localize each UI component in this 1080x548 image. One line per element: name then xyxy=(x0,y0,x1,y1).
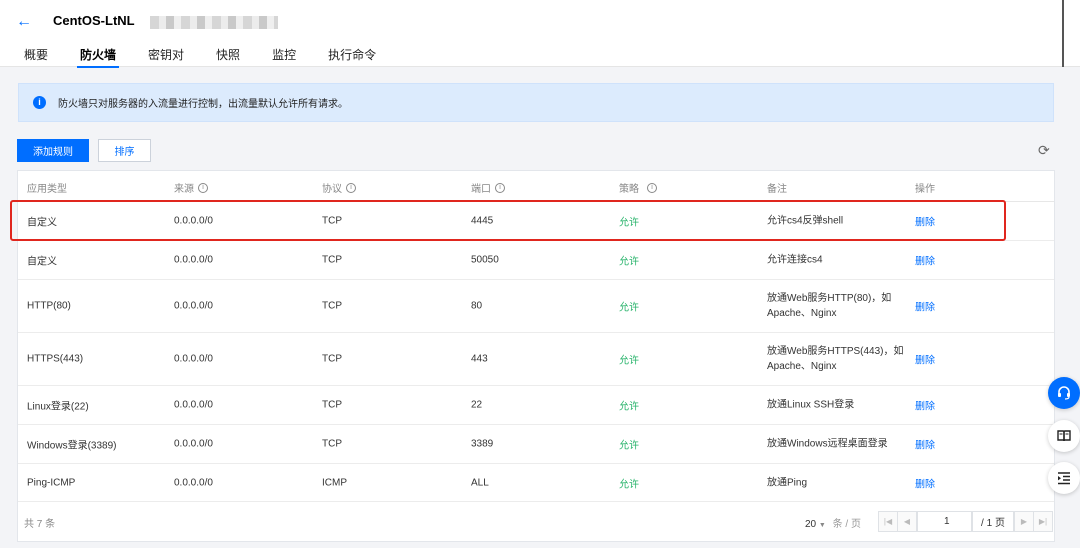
cell-protocol: TCP xyxy=(322,438,342,450)
next-page-icon[interactable]: ▶ xyxy=(1014,511,1034,532)
table-row: Windows登录(3389) 0.0.0.0/0 TCP 3389 允许 放通… xyxy=(18,425,1054,464)
help-icon[interactable]: i xyxy=(198,182,208,193)
cell-source: 0.0.0.0/0 xyxy=(174,438,213,450)
cell-protocol: TCP xyxy=(322,353,342,365)
help-icon[interactable]: i xyxy=(647,182,657,193)
caret-down-icon: ▼ xyxy=(818,522,826,529)
column-header-action: 操作 xyxy=(915,184,935,195)
cell-port: 22 xyxy=(471,399,483,411)
cell-policy: 允许 xyxy=(619,479,639,490)
table-row: HTTP(80) 0.0.0.0/0 TCP 80 允许 放通Web服务HTTP… xyxy=(18,280,1054,333)
column-header-type: 应用类型 xyxy=(27,184,67,195)
cell-policy: 允许 xyxy=(619,256,639,268)
cell-protocol: TCP xyxy=(322,300,342,312)
tab-firewall[interactable]: 防火墙 xyxy=(77,44,120,68)
notice-text: 防火墙只对服务器的入流量进行控制，出流量默认允许所有请求。 xyxy=(58,99,348,110)
cell-source: 0.0.0.0/0 xyxy=(174,353,213,365)
help-icon[interactable]: i xyxy=(346,182,356,193)
page-title: CentOS-LtNL xyxy=(53,13,135,28)
column-header-protocol: 协议 i xyxy=(322,180,356,195)
top-bar: ← CentOS-LtNL 概要 防火墙 密钥对 快照 监控 执行命令 xyxy=(0,0,1080,68)
column-header-source: 来源 i xyxy=(174,180,208,195)
delete-link[interactable]: 删除 xyxy=(915,253,935,268)
cell-port: 443 xyxy=(471,353,488,365)
table-row: Ping-ICMP 0.0.0.0/0 ICMP ALL 允许 放通Ping 删… xyxy=(18,464,1054,502)
cell-protocol: TCP xyxy=(322,399,342,411)
cell-note: 放通Linux SSH登录 xyxy=(767,399,855,411)
total-count: 共 7 条 xyxy=(24,519,56,530)
highlight-annotation xyxy=(10,200,1006,241)
page-number-input[interactable] xyxy=(917,511,972,532)
delete-link[interactable]: 删除 xyxy=(915,352,935,367)
cell-type: Ping-ICMP xyxy=(27,477,76,488)
tab-overview[interactable]: 概要 xyxy=(24,44,48,68)
redacted-instance-id xyxy=(150,16,278,29)
cell-policy: 允许 xyxy=(619,355,639,367)
cell-policy: 允许 xyxy=(619,401,639,413)
tab-keypair[interactable]: 密钥对 xyxy=(148,44,184,68)
page-size-select[interactable]: 20 ▼ 条 / 页 xyxy=(805,515,861,530)
divider xyxy=(1062,0,1064,67)
headset-icon[interactable] xyxy=(1048,377,1080,409)
delete-link[interactable]: 删除 xyxy=(915,398,935,413)
cell-note: 放通Windows远程桌面登录 xyxy=(767,438,888,450)
page-size-unit: 条 / 页 xyxy=(832,519,861,530)
table-header: 应用类型 来源 i 协议 i 端口 i 策略 i 备注 操作 xyxy=(18,171,1054,202)
help-icon[interactable]: i xyxy=(495,182,505,193)
cell-port: 3389 xyxy=(471,438,494,450)
info-notice: i 防火墙只对服务器的入流量进行控制，出流量默认允许所有请求。 xyxy=(18,83,1054,122)
cell-type: HTTPS(443) xyxy=(27,353,84,365)
table-row: 自定义 0.0.0.0/0 TCP 50050 允许 允许连接cs4 删除 xyxy=(18,241,1054,280)
cell-note: 放通Web服务HTTP(80)，如Apache、Nginx xyxy=(767,293,892,319)
delete-link[interactable]: 删除 xyxy=(915,437,935,452)
cell-port: ALL xyxy=(471,477,489,488)
cell-type: 自定义 xyxy=(27,256,57,268)
cell-note: 允许连接cs4 xyxy=(767,254,823,266)
refresh-icon[interactable]: ⟳ xyxy=(1038,142,1052,158)
column-header-port: 端口 i xyxy=(471,180,505,195)
cell-type: HTTP(80) xyxy=(27,300,71,312)
cell-policy: 允许 xyxy=(619,302,639,314)
cell-source: 0.0.0.0/0 xyxy=(174,300,213,312)
cell-protocol: TCP xyxy=(322,254,342,266)
arrow-left-icon[interactable]: ← xyxy=(16,12,32,32)
cell-port: 50050 xyxy=(471,254,499,266)
outline-list-icon[interactable] xyxy=(1048,462,1080,494)
cell-note: 放通Ping xyxy=(767,477,808,488)
pagination: 共 7 条 20 ▼ 条 / 页 |◀ ◀ / 1 页 ▶ ▶| xyxy=(18,502,1054,542)
last-page-icon[interactable]: ▶| xyxy=(1033,511,1053,532)
cell-protocol: ICMP xyxy=(322,477,347,488)
cell-source: 0.0.0.0/0 xyxy=(174,399,213,411)
table-row: HTTPS(443) 0.0.0.0/0 TCP 443 允许 放通Web服务H… xyxy=(18,333,1054,386)
total-pages: / 1 页 xyxy=(972,511,1014,532)
cell-policy: 允许 xyxy=(619,440,639,452)
add-rule-button[interactable]: 添加规则 xyxy=(17,139,89,162)
delete-link[interactable]: 删除 xyxy=(915,475,935,490)
prev-page-icon[interactable]: ◀ xyxy=(897,511,917,532)
cell-type: Windows登录(3389) xyxy=(27,440,117,452)
info-icon: i xyxy=(33,96,46,109)
delete-link[interactable]: 删除 xyxy=(915,299,935,314)
cell-source: 0.0.0.0/0 xyxy=(174,477,213,488)
tab-monitor[interactable]: 监控 xyxy=(272,44,296,68)
cell-port: 80 xyxy=(471,300,483,312)
page-size-value: 20 xyxy=(805,519,817,530)
tab-run-command[interactable]: 执行命令 xyxy=(328,44,376,68)
table-row: Linux登录(22) 0.0.0.0/0 TCP 22 允许 放通Linux … xyxy=(18,386,1054,425)
cell-type: Linux登录(22) xyxy=(27,401,89,413)
cell-note: 放通Web服务HTTPS(443)，如Apache、Nginx xyxy=(767,346,904,372)
sort-button[interactable]: 排序 xyxy=(98,139,151,162)
cell-source: 0.0.0.0/0 xyxy=(174,254,213,266)
first-page-icon[interactable]: |◀ xyxy=(878,511,898,532)
column-header-note: 备注 xyxy=(767,184,787,195)
tab-bar: 概要 防火墙 密钥对 快照 监控 执行命令 xyxy=(24,44,408,68)
book-icon[interactable] xyxy=(1048,420,1080,452)
column-header-policy: 策略 i xyxy=(619,180,657,195)
tab-snapshot[interactable]: 快照 xyxy=(216,44,240,68)
